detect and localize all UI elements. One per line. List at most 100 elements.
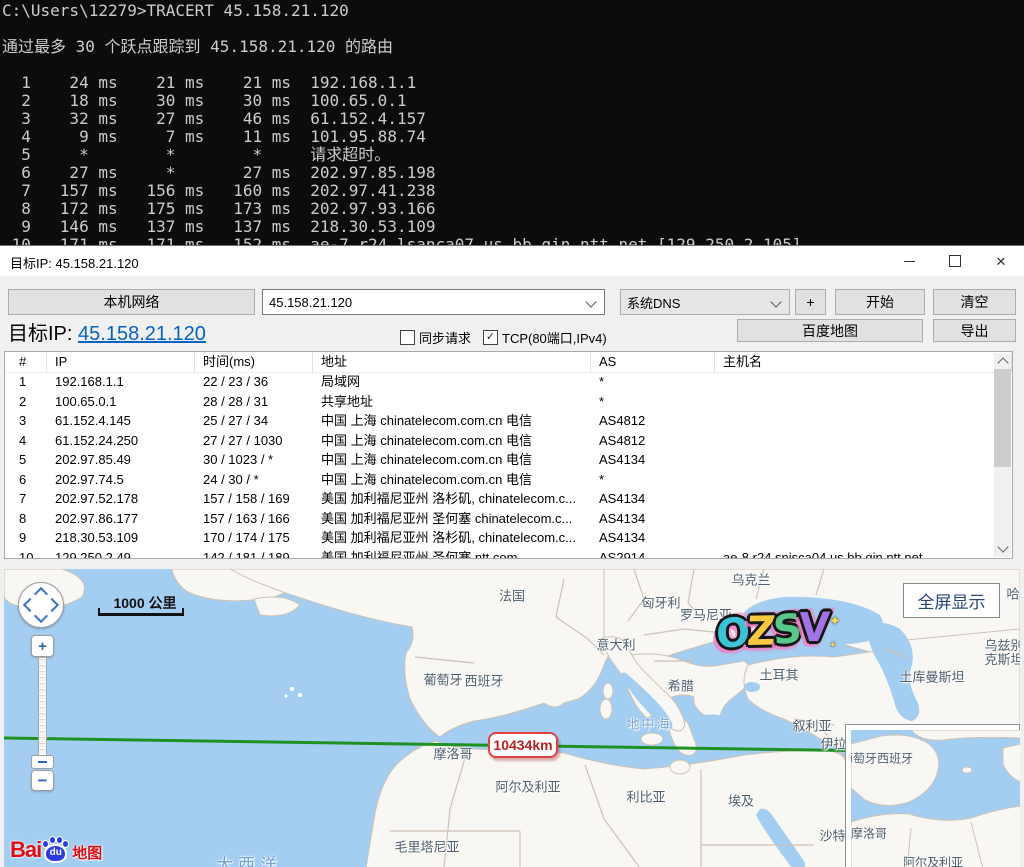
baidu-map-button[interactable]: 百度地图	[737, 319, 923, 342]
zoom-slider-track[interactable]	[38, 657, 47, 759]
cell-time: 27 / 27 / 1030	[195, 431, 313, 451]
hop-row[interactable]: 8202.97.86.177157 / 163 / 166美国 加利福尼亚州 圣…	[5, 509, 994, 529]
hop-row[interactable]: 1192.168.1.122 / 23 / 36局域网*	[5, 372, 994, 392]
add-button[interactable]: +	[795, 289, 826, 315]
baidu-logo-du: du	[42, 847, 69, 858]
close-icon: ✕	[996, 255, 1007, 268]
map-label-country: 阿尔及利亚	[495, 777, 560, 796]
overview-minimap[interactable]: 葡萄牙西班牙摩洛哥阿尔及利亚	[845, 724, 1020, 867]
target-ip-label: 目标IP:	[8, 323, 78, 345]
baidu-maps-logo[interactable]: Bai du 地图	[10, 837, 102, 863]
cell-addr: 美国 加利福尼亚州 洛杉矶, chinatelecom.c...	[313, 528, 591, 548]
checkbox-icon	[400, 330, 415, 345]
table-header: #IP时间(ms)地址AS主机名	[5, 352, 1012, 373]
cell-time: 157 / 158 / 169	[195, 489, 313, 509]
cell-ip: 61.152.4.145	[47, 411, 195, 431]
hop-row[interactable]: 7202.97.52.178157 / 158 / 169美国 加利福尼亚州 洛…	[5, 489, 994, 509]
cell-as: AS4812	[591, 411, 715, 431]
cmd-terminal[interactable]: C:\Users\12279>TRACERT 45.158.21.120 通过最…	[0, 0, 1024, 245]
scroll-up-icon[interactable]	[994, 353, 1011, 369]
pan-compass-control[interactable]	[18, 582, 64, 628]
cell-as: AS4134	[591, 528, 715, 548]
cell-ip: 61.152.24.250	[47, 431, 195, 451]
zoom-slider-thumb[interactable]	[31, 755, 54, 769]
map-label-sea: 地中海	[626, 714, 671, 733]
column-header[interactable]: 主机名	[715, 352, 1012, 372]
cell-host	[715, 528, 994, 548]
map-label-country: 土耳其	[759, 665, 798, 684]
cell-ip: 100.65.0.1	[47, 392, 195, 412]
column-header[interactable]: IP	[47, 352, 195, 372]
pan-right-icon[interactable]	[45, 598, 59, 612]
sparkle-icon: ✦	[829, 614, 841, 629]
cell-as: AS4134	[591, 489, 715, 509]
cell-host	[715, 431, 994, 451]
hop-row[interactable]: 5202.97.85.4930 / 1023 / *中国 上海 chinatel…	[5, 450, 994, 470]
hop-row[interactable]: 461.152.24.25027 / 27 / 1030中国 上海 chinat…	[5, 431, 994, 451]
cell-addr: 美国 加利福尼亚州 圣何塞 chinatelecom.c...	[313, 509, 591, 529]
target-ip-line: 目标IP: 45.158.21.120	[8, 317, 206, 346]
fullscreen-button[interactable]: 全屏显示	[903, 583, 1000, 618]
cell-host	[715, 411, 994, 431]
pan-down-icon[interactable]	[34, 609, 48, 623]
tcp-checkbox[interactable]: ✓ TCP(80端口,IPv4)	[483, 328, 607, 347]
hops-table: #IP时间(ms)地址AS主机名 1192.168.1.122 / 23 / 3…	[4, 351, 1013, 559]
zoom-out-button[interactable]: −	[31, 770, 54, 791]
cell-addr: 中国 上海 chinatelecom.com.cn 电信	[313, 431, 591, 451]
combo-chevron-icon	[585, 296, 596, 307]
column-header[interactable]: AS	[591, 352, 715, 372]
maximize-button[interactable]	[932, 246, 978, 276]
close-button[interactable]: ✕	[978, 246, 1024, 276]
baidu-map-canvas[interactable]: 乌克兰法国匈牙利罗马尼亚意大利葡萄牙西班牙希腊土耳其哈萨克斯坦乌兹别克斯坦土库曼…	[4, 569, 1020, 867]
start-button[interactable]: 开始	[835, 289, 925, 315]
column-header[interactable]: 地址	[313, 352, 591, 372]
cell-as: AS4134	[591, 450, 715, 470]
map-label-country: 土库曼斯坦	[899, 667, 964, 686]
cell-num: 3	[11, 411, 47, 431]
traceroute-window: 目标IP: 45.158.21.120 ✕ 本机网络 45.158.21.120…	[0, 245, 1024, 867]
cell-num: 8	[11, 509, 47, 529]
column-header[interactable]: 时间(ms)	[195, 352, 313, 372]
hop-row[interactable]: 2100.65.0.128 / 28 / 31共享地址*	[5, 392, 994, 412]
pan-left-icon[interactable]	[23, 598, 37, 612]
minimize-button[interactable]	[886, 246, 932, 276]
cell-addr: 中国 上海 chinatelecom.com.cn 电信	[313, 450, 591, 470]
dns-combobox[interactable]: 系统DNS	[620, 289, 790, 315]
cell-addr: 共享地址	[313, 392, 591, 412]
cell-ip: 202.97.52.178	[47, 489, 195, 509]
route-distance-badge: 10434km	[488, 732, 558, 758]
cell-host	[715, 392, 994, 412]
cell-ip: 202.97.85.49	[47, 450, 195, 470]
export-button[interactable]: 导出	[933, 319, 1016, 342]
target-ip-link[interactable]: 45.158.21.120	[78, 323, 206, 345]
scrollbar-thumb[interactable]	[994, 369, 1011, 467]
map-label-country: 毛里塔尼亚	[394, 837, 459, 856]
vertical-scrollbar[interactable]	[994, 353, 1011, 557]
pan-up-icon[interactable]	[34, 587, 48, 601]
map-label-country: 哈萨克斯坦	[1006, 584, 1020, 603]
cell-num: 5	[11, 450, 47, 470]
cell-ip: 218.30.53.109	[47, 528, 195, 548]
window-title: 目标IP: 45.158.21.120	[10, 253, 139, 272]
target-ip-combobox[interactable]: 45.158.21.120	[262, 289, 605, 315]
map-label-country: 乌克兰	[731, 570, 770, 589]
clear-button[interactable]: 清空	[933, 289, 1016, 315]
hop-row[interactable]: 6202.97.74.524 / 30 / *中国 上海 chinateleco…	[5, 470, 994, 490]
ozsv-watermark-sticker: OZSV✦✦	[716, 607, 827, 655]
map-label-country: 叙利亚	[792, 716, 831, 735]
cell-as: *	[591, 392, 715, 412]
sync-request-checkbox[interactable]: 同步请求	[400, 328, 471, 347]
hop-row[interactable]: 10129.250.2.49142 / 181 / 189美国 加利福尼亚州 圣…	[5, 548, 994, 559]
map-label-country: 葡萄牙	[423, 670, 462, 689]
zoom-in-button[interactable]: +	[31, 635, 54, 657]
column-header[interactable]: #	[11, 352, 47, 372]
minimap-label: 葡萄牙	[851, 750, 877, 767]
local-network-button[interactable]: 本机网络	[8, 289, 255, 315]
minimize-icon	[904, 261, 915, 262]
cell-time: 170 / 174 / 175	[195, 528, 313, 548]
title-bar[interactable]: 目标IP: 45.158.21.120 ✕	[0, 246, 1024, 276]
hop-row[interactable]: 9218.30.53.109170 / 174 / 175美国 加利福尼亚州 洛…	[5, 528, 994, 548]
hop-row[interactable]: 361.152.4.14525 / 27 / 34中国 上海 chinatele…	[5, 411, 994, 431]
cell-ip: 202.97.86.177	[47, 509, 195, 529]
scroll-down-icon[interactable]	[994, 541, 1011, 557]
